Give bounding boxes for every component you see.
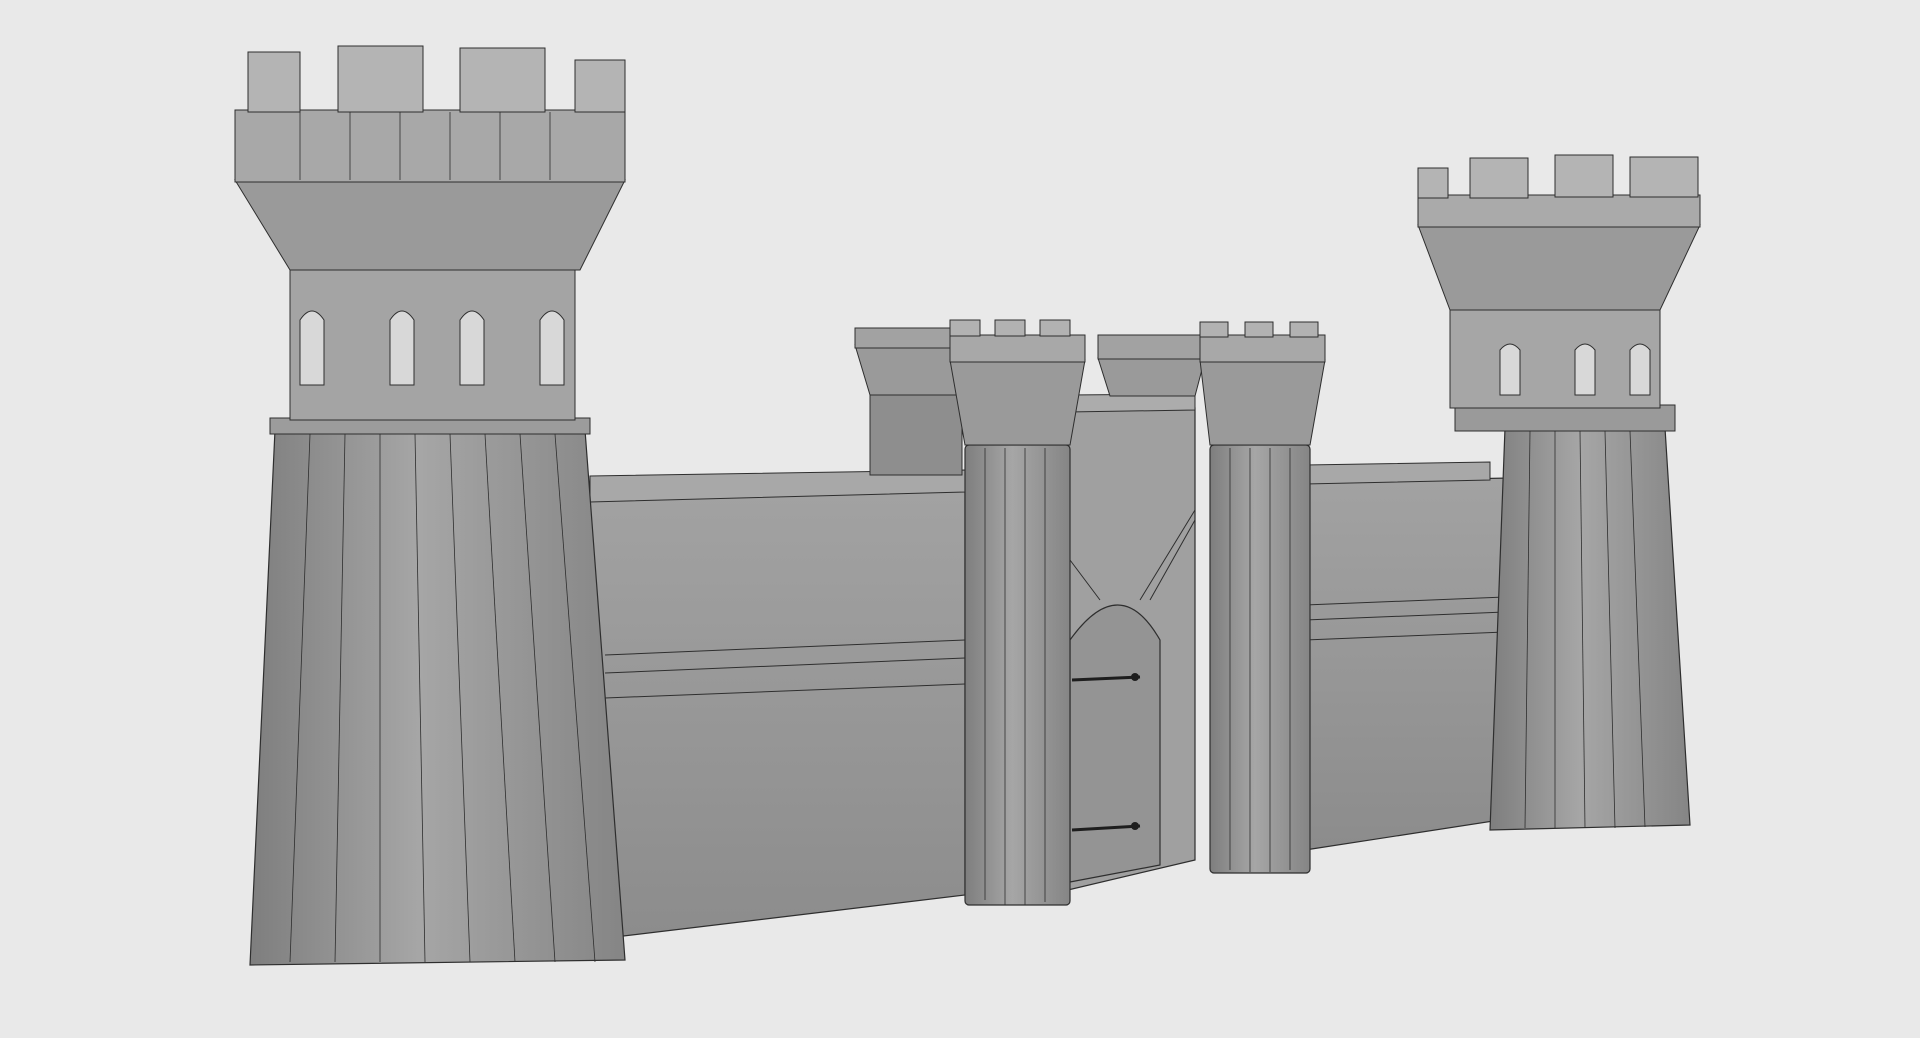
curtain-wall-left [589,469,966,941]
curtain-wall-right [1304,461,1511,851]
gate-tower-front-right [1199,321,1326,874]
right-tower-crenellations [1417,154,1699,199]
gatehouse-block [1067,393,1196,891]
gate-tower-front-left [949,319,1086,906]
gate-turret-back-center [1097,334,1206,397]
gate-arch [1069,604,1161,883]
left-tower [234,45,626,966]
left-tower-crenellations [247,45,626,113]
castle-scene [234,45,1701,966]
